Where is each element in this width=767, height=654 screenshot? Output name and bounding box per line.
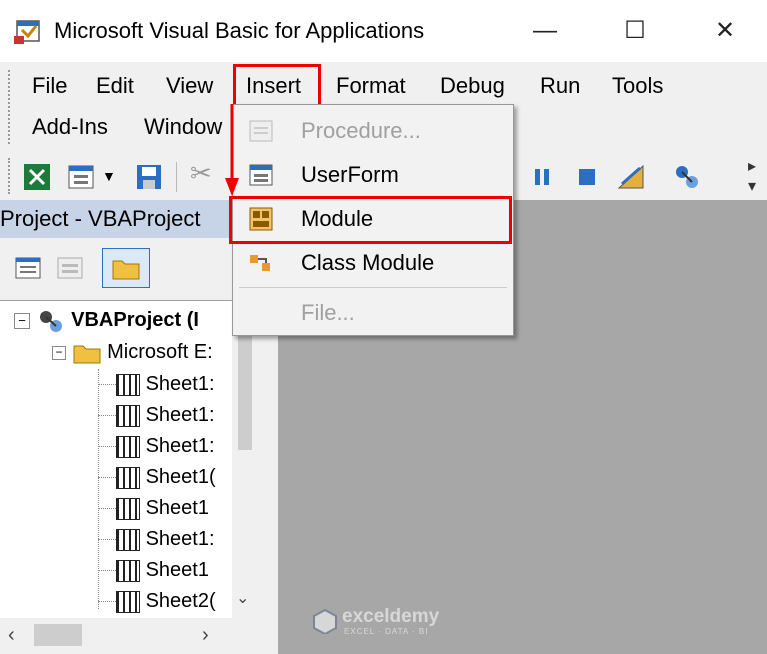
watermark-logo: exceldemy EXCEL · DATA · BI	[312, 606, 454, 638]
insert-highlight-box	[233, 64, 321, 108]
toolbar-separator	[176, 162, 177, 192]
tree-folder-row[interactable]: − Microsoft E:	[52, 337, 213, 368]
menu-item-label: UserForm	[301, 162, 399, 187]
project-explorer-toolbar	[0, 238, 270, 296]
project-tree: − VBAProject (I − Microsoft E: Sheet1: S…	[0, 300, 258, 619]
design-mode-icon[interactable]	[616, 162, 646, 192]
tree-root-row[interactable]: − VBAProject (I	[14, 305, 199, 336]
sheet-icon	[116, 373, 140, 396]
scroll-thumb[interactable]	[34, 624, 82, 646]
folder-icon	[112, 260, 140, 280]
watermark-name: exceldemy	[342, 606, 440, 627]
chevron-down-icon[interactable]: ▼	[102, 168, 116, 184]
project-root-label: VBAProject (I	[71, 309, 199, 331]
project-explorer-title: Project - VBAProject	[0, 206, 201, 231]
sheet-icon	[116, 590, 140, 613]
window-title: Microsoft Visual Basic for Applications	[54, 18, 425, 43]
toggle-folders-button[interactable]	[102, 248, 150, 288]
menu-item-label: Class Module	[301, 250, 435, 275]
sheet-icon	[116, 497, 140, 520]
tree-sheet-row[interactable]: Sheet1:	[98, 524, 215, 555]
sheet-label: Sheet1:	[145, 373, 215, 395]
break-icon[interactable]	[528, 162, 558, 192]
tree-sheet-row[interactable]: Sheet1(	[98, 462, 216, 493]
sheet-label: Sheet1	[145, 497, 209, 519]
scroll-thumb[interactable]	[238, 320, 252, 450]
view-object-icon[interactable]	[56, 254, 84, 282]
userform-icon	[249, 164, 273, 186]
sheet-icon	[116, 404, 140, 427]
toolbar-overflow-icon[interactable]: ▸ ▾	[748, 156, 756, 196]
menu-item-procedure[interactable]: Procedure...	[233, 109, 513, 153]
insert-userform-icon[interactable]	[66, 162, 96, 192]
folder-icon	[73, 345, 101, 364]
scroll-right-icon[interactable]: ›	[202, 624, 209, 647]
sheet-icon	[116, 466, 140, 489]
menu-separator	[239, 287, 507, 288]
view-code-icon[interactable]	[14, 254, 42, 282]
menu-view[interactable]: View	[160, 66, 219, 106]
menu-tools[interactable]: Tools	[606, 66, 669, 106]
menu-window[interactable]: Window	[138, 107, 228, 147]
menu-file[interactable]: File	[26, 66, 73, 106]
title-bar: Microsoft Visual Basic for Applications …	[0, 0, 767, 62]
sheet-icon	[116, 528, 140, 551]
toolbar-grip[interactable]	[8, 158, 14, 194]
sheet-label: Sheet1:	[145, 528, 215, 550]
tree-sheet-row[interactable]: Sheet1:	[98, 400, 215, 431]
tree-horizontal-scrollbar[interactable]: ‹ ›	[0, 618, 258, 654]
sheet-label: Sheet1	[145, 559, 209, 581]
menu-edit[interactable]: Edit	[90, 66, 140, 106]
scroll-down-icon[interactable]: ⌄	[236, 588, 249, 608]
maximize-button[interactable]: ☐	[612, 12, 658, 50]
reset-icon[interactable]	[572, 162, 602, 192]
procedure-icon	[249, 120, 273, 142]
sheet-icon	[116, 559, 140, 582]
watermark-tagline: EXCEL · DATA · BI	[344, 627, 429, 636]
close-button[interactable]: ✕	[702, 12, 748, 50]
tree-sheet-row[interactable]: Sheet1:	[98, 431, 215, 462]
scroll-left-icon[interactable]: ‹	[8, 624, 15, 647]
menu-format[interactable]: Format	[330, 66, 412, 106]
vba-app-icon	[14, 20, 40, 44]
sheet-icon	[116, 435, 140, 458]
vba-project-icon	[39, 310, 62, 332]
sheet-label: Sheet2(	[145, 590, 216, 612]
sheet-label: Sheet1(	[145, 466, 216, 488]
excel-view-icon[interactable]	[22, 162, 52, 192]
tree-sheet-row[interactable]: Sheet1	[98, 555, 209, 586]
project-explorer-icon[interactable]	[672, 162, 702, 192]
menu-run[interactable]: Run	[534, 66, 586, 106]
exceldemy-logo-icon	[313, 608, 337, 634]
tree-vertical-scrollbar[interactable]: ⌄	[232, 300, 258, 618]
menu-item-userform[interactable]: UserForm	[233, 153, 513, 197]
menu-item-file[interactable]: File...	[233, 291, 513, 335]
minimize-button[interactable]: —	[522, 12, 568, 50]
folder-label: Microsoft E:	[107, 341, 213, 363]
save-icon[interactable]	[134, 162, 164, 192]
menu-item-class-module[interactable]: Class Module	[233, 241, 513, 285]
collapse-icon[interactable]: −	[14, 312, 30, 329]
project-explorer-header: Project - VBAProject	[0, 200, 232, 238]
menu-item-label: File...	[301, 300, 355, 325]
tree-sheet-row[interactable]: Sheet1:	[98, 369, 215, 400]
tree-sheet-row[interactable]: Sheet1	[98, 493, 209, 524]
sheet-label: Sheet1:	[145, 404, 215, 426]
collapse-icon[interactable]: −	[52, 345, 66, 360]
module-highlight-box	[229, 196, 512, 244]
class-module-icon	[250, 255, 270, 271]
menu-item-label: Procedure...	[301, 118, 421, 143]
sheet-label: Sheet1:	[145, 435, 215, 457]
menu-debug[interactable]: Debug	[434, 66, 511, 106]
menubar-grip[interactable]	[8, 70, 14, 144]
red-arrow-annotation	[225, 104, 239, 196]
tree-sheet-row[interactable]: Sheet2(	[98, 586, 216, 617]
menu-addins[interactable]: Add-Ins	[26, 107, 114, 147]
cut-icon[interactable]: ✂	[190, 158, 212, 189]
